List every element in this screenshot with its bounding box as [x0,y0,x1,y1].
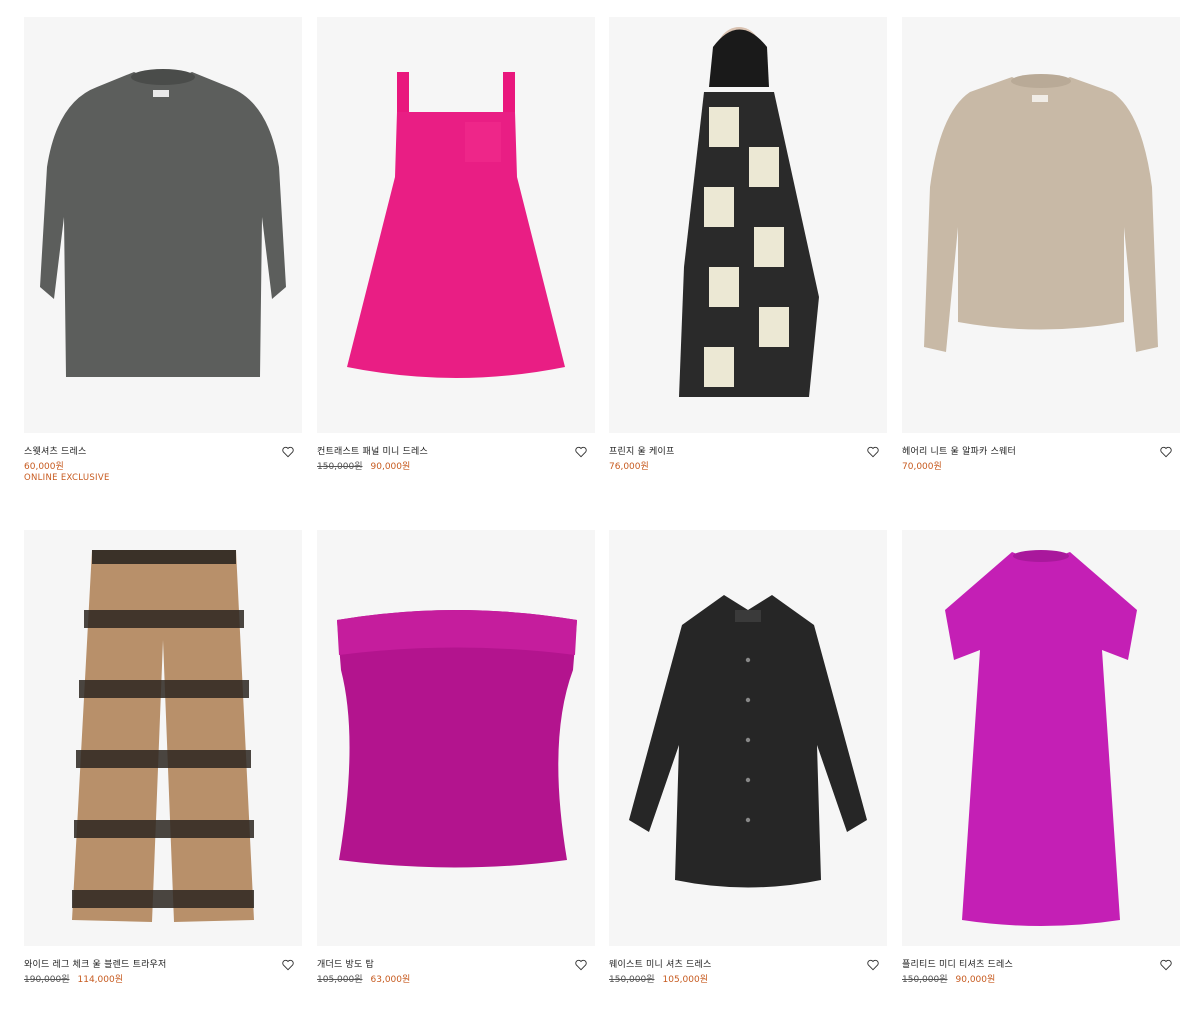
product-name[interactable]: 웨이스트 미니 셔츠 드레스 [609,957,711,970]
product-image[interactable] [609,530,887,946]
product-image[interactable] [317,17,595,433]
product-name[interactable]: 플리티드 미디 티셔츠 드레스 [902,957,1013,970]
product-price: 190,000원 114,000원 [24,972,123,985]
product-name[interactable]: 개더드 방도 탑 [317,957,374,970]
product-image[interactable] [902,17,1180,433]
product-image[interactable] [609,17,887,433]
sale-price: 105,000원 [662,975,709,985]
product-price: 105,000원 63,000원 [317,972,410,985]
sale-price: 70,000원 [902,462,942,472]
product-image[interactable] [24,530,302,946]
heart-outline-icon[interactable] [574,445,588,459]
original-price: 150,000원 [609,975,655,985]
product-name[interactable]: 와이드 레그 체크 울 블렌드 트라우저 [24,957,167,970]
product-price: 150,000원 90,000원 [317,459,410,472]
product-name[interactable]: 컨트래스트 패널 미니 드레스 [317,444,428,457]
product-price: 60,000원 [24,459,64,472]
heart-outline-icon[interactable] [866,958,880,972]
sale-price: 90,000원 [370,462,411,472]
product-price: 150,000원 105,000원 [609,972,708,985]
product-image[interactable] [317,530,595,946]
product-name[interactable]: 스웻셔츠 드레스 [24,444,86,457]
sale-price: 60,000원 [24,462,64,472]
original-price: 150,000원 [317,462,363,472]
original-price: 150,000원 [902,975,948,985]
heart-outline-icon[interactable] [1159,445,1173,459]
product-image[interactable] [24,17,302,433]
sale-price: 76,000원 [609,462,649,472]
product-price: 150,000원 90,000원 [902,972,995,985]
heart-outline-icon[interactable] [866,445,880,459]
product-name[interactable]: 헤어리 니트 울 알파카 스웨터 [902,444,1016,457]
heart-outline-icon[interactable] [574,958,588,972]
sale-price: 63,000원 [370,975,411,985]
product-price: 76,000원 [609,459,649,472]
sale-price: 90,000원 [955,975,996,985]
sale-price: 114,000원 [77,975,124,985]
heart-outline-icon[interactable] [281,958,295,972]
product-price: 70,000원 [902,459,942,472]
original-price: 190,000원 [24,975,70,985]
online-exclusive-badge: ONLINE EXCLUSIVE [24,473,110,483]
product-name[interactable]: 프린지 울 케이프 [609,444,674,457]
original-price: 105,000원 [317,975,363,985]
product-image[interactable] [902,530,1180,946]
heart-outline-icon[interactable] [1159,958,1173,972]
heart-outline-icon[interactable] [281,445,295,459]
